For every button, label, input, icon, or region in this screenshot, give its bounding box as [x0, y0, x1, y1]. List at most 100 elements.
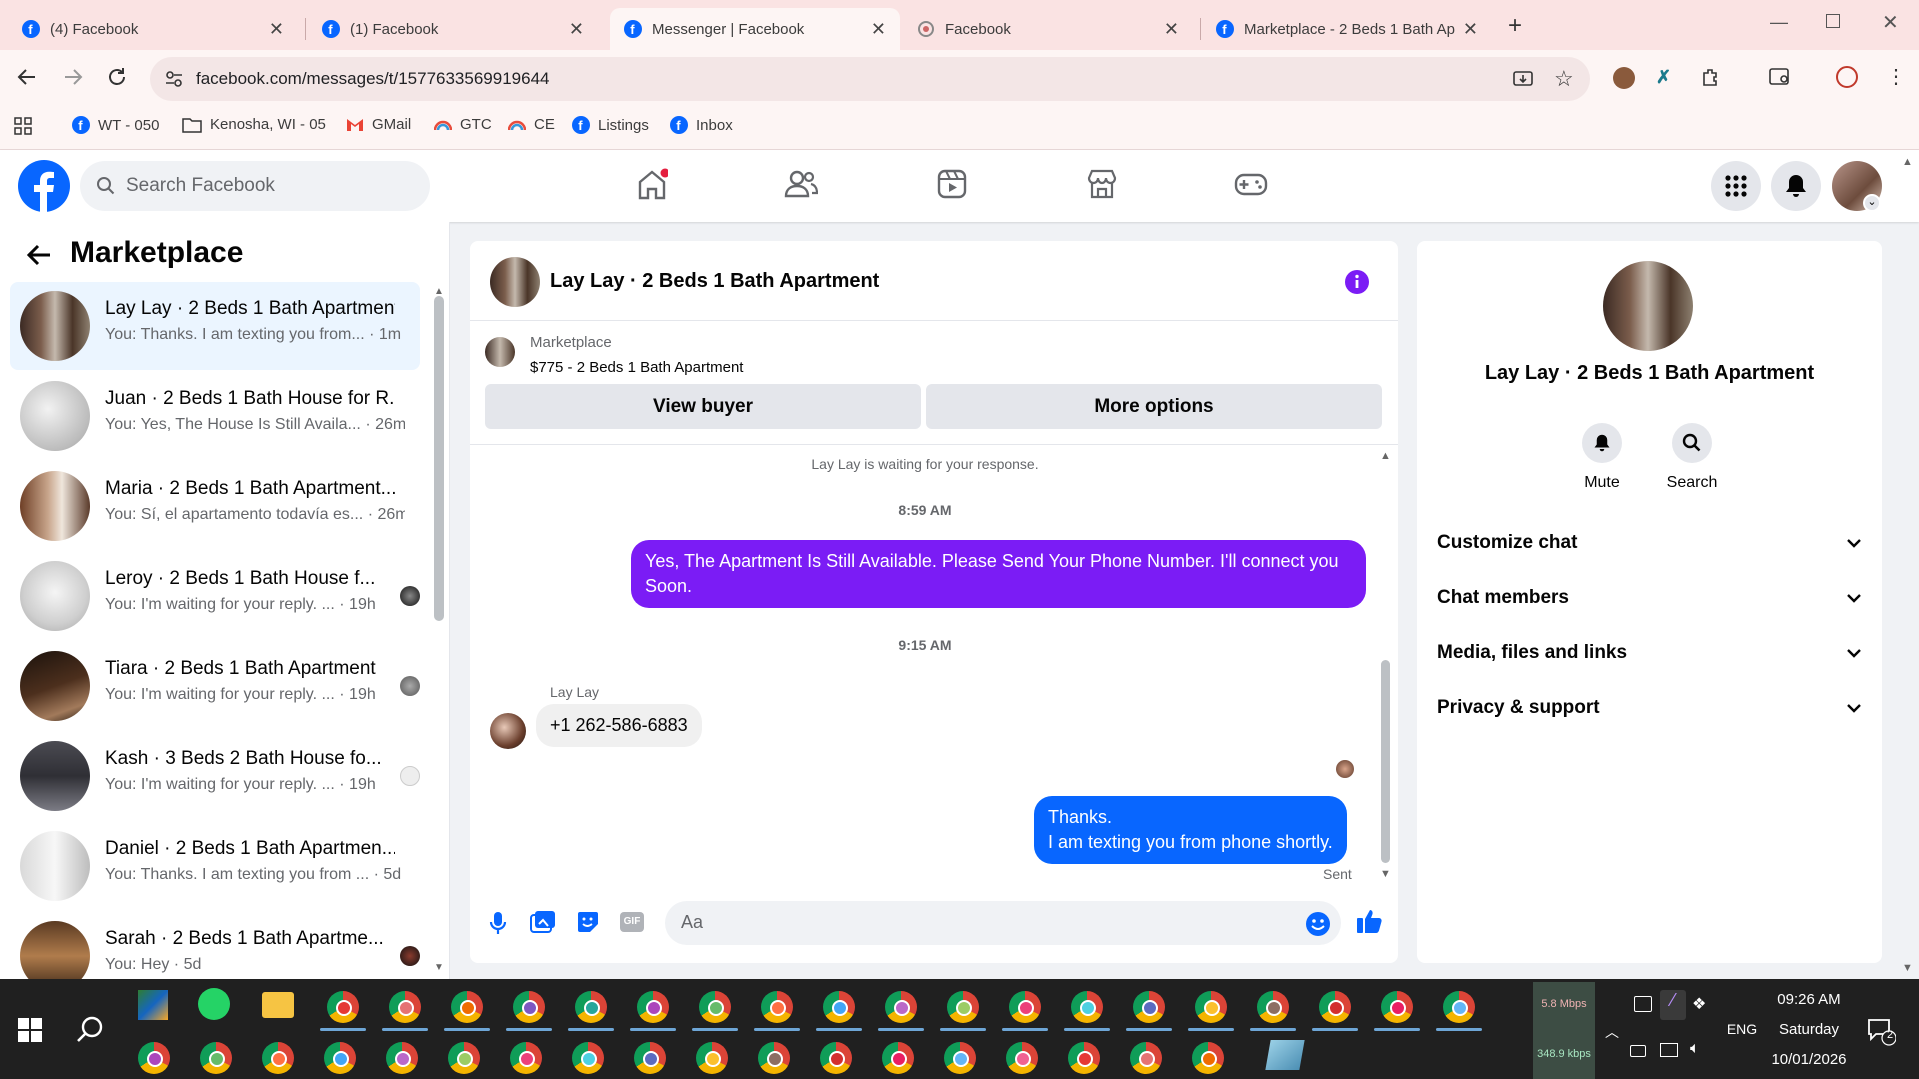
chrome-profile-icon[interactable] — [882, 1042, 914, 1074]
video-icon[interactable] — [936, 168, 968, 200]
conversation-item[interactable]: Leroy · 2 Beds 1 Bath House f... You: I'… — [10, 552, 420, 640]
extension-icon[interactable]: ✗ — [1656, 67, 1678, 89]
back-arrow-icon[interactable] — [26, 243, 52, 267]
friends-icon[interactable] — [784, 168, 818, 200]
close-icon[interactable]: ✕ — [269, 19, 284, 40]
tray-chevron-up-icon[interactable]: ︿ — [1605, 1022, 1619, 1042]
tab-marketplace[interactable]: f Marketplace - 2 Beds 1 Bath Ap ✕ — [1202, 8, 1492, 50]
chrome-profile-icon[interactable] — [386, 1042, 418, 1074]
chrome-profile-icon[interactable] — [513, 991, 545, 1023]
chrome-profile-icon[interactable] — [1319, 991, 1351, 1023]
chrome-profile-icon[interactable] — [1257, 991, 1289, 1023]
restore-icon[interactable] — [1826, 14, 1840, 28]
like-thumbs-up-icon[interactable] — [1355, 907, 1383, 935]
language-indicator[interactable]: ENG — [1722, 1021, 1762, 1037]
app-icon[interactable] — [138, 990, 168, 1020]
close-icon[interactable]: ✕ — [1164, 19, 1179, 40]
chrome-profile-icon[interactable] — [200, 1042, 232, 1074]
chrome-profile-icon[interactable] — [758, 1042, 790, 1074]
conversation-item[interactable]: Kash · 3 Beds 2 Bath House fo... You: I'… — [10, 732, 420, 820]
chrome-profile-icon[interactable] — [1192, 1042, 1224, 1074]
scroll-up-icon[interactable]: ▲ — [434, 286, 444, 297]
incoming-message[interactable]: +1 262-586-6883 — [536, 704, 702, 747]
volume-icon[interactable]: 🔈︎ — [1690, 1040, 1700, 1058]
chrome-profile-icon[interactable] — [947, 991, 979, 1023]
conversation-item[interactable]: Tiara · 2 Beds 1 Bath Apartment You: I'm… — [10, 642, 420, 730]
facebook-logo-icon[interactable] — [18, 160, 70, 212]
bookmark-star-icon[interactable]: ☆ — [1554, 66, 1574, 92]
chrome-profile-icon[interactable] — [634, 1042, 666, 1074]
chrome-profile-icon[interactable] — [262, 1042, 294, 1074]
view-buyer-button[interactable]: View buyer — [485, 384, 921, 429]
bookmark-gmail[interactable]: GMail — [346, 116, 411, 133]
panel-avatar[interactable] — [1603, 261, 1693, 351]
chrome-profile-icon[interactable] — [138, 1042, 170, 1074]
privacy-support-section[interactable]: Privacy & support — [1437, 686, 1862, 730]
scroll-down-icon[interactable]: ▼ — [434, 962, 444, 973]
outgoing-message[interactable]: Yes, The Apartment Is Still Available. P… — [631, 540, 1366, 608]
address-bar[interactable]: facebook.com/messages/t/1577633569919644… — [150, 57, 1590, 101]
chrome-profile-icon[interactable] — [324, 1042, 356, 1074]
page-scroll-down-icon[interactable]: ▼ — [1902, 962, 1913, 974]
close-icon[interactable]: ✕ — [569, 19, 584, 40]
chrome-profile-icon[interactable] — [1133, 991, 1165, 1023]
dropbox-icon[interactable]: ❖ — [1692, 994, 1706, 1014]
chevron-down-icon[interactable]: ⌄ — [1863, 194, 1881, 212]
chrome-profile-icon[interactable] — [389, 991, 421, 1023]
outgoing-message[interactable]: Thanks. I am texting you from phone shor… — [1034, 796, 1347, 864]
listing-detail[interactable]: $775 - 2 Beds 1 Bath Apartment — [530, 359, 743, 376]
chrome-profile-icon[interactable] — [451, 991, 483, 1023]
more-options-button[interactable]: More options — [926, 384, 1382, 429]
chrome-profile-icon[interactable] — [1071, 991, 1103, 1023]
scroll-up-icon[interactable]: ▲ — [1380, 450, 1391, 462]
search-facebook-input[interactable]: Search Facebook — [80, 161, 430, 211]
conversation-item[interactable]: Daniel · 2 Beds 1 Bath Apartmen... You: … — [10, 822, 420, 910]
chrome-profile-icon[interactable] — [820, 1042, 852, 1074]
side-panel-icon[interactable] — [1768, 66, 1792, 88]
windows-start-icon[interactable] — [18, 1018, 42, 1042]
conversation-item[interactable]: Lay Lay · 2 Beds 1 Bath Apartment You: T… — [10, 282, 420, 370]
chrome-profile-icon[interactable] — [510, 1042, 542, 1074]
chrome-profile-icon[interactable] — [761, 991, 793, 1023]
back-arrow-icon[interactable] — [16, 66, 38, 88]
tray-screen-icon[interactable] — [1634, 996, 1652, 1012]
chat-scrollbar[interactable] — [1381, 660, 1390, 863]
taskbar-search-icon[interactable] — [76, 1016, 104, 1044]
chrome-profile-icon[interactable] — [1443, 991, 1475, 1023]
search-label[interactable]: Search — [1652, 474, 1732, 492]
tab-messenger[interactable]: f Messenger | Facebook ✕ — [610, 8, 900, 50]
info-icon[interactable] — [1345, 270, 1369, 294]
bookmark-inbox[interactable]: f Inbox — [670, 116, 733, 134]
close-icon[interactable]: ✕ — [871, 19, 886, 40]
pen-icon[interactable]: ⁄ — [1660, 990, 1686, 1020]
file-explorer-icon[interactable] — [262, 992, 294, 1018]
customize-chat-section[interactable]: Customize chat — [1437, 521, 1862, 565]
chrome-profile-icon[interactable] — [1006, 1042, 1038, 1074]
bookmark-ce[interactable]: CE — [508, 116, 555, 133]
chrome-profile-icon[interactable] — [1130, 1042, 1162, 1074]
chrome-profile-icon[interactable] — [885, 991, 917, 1023]
chat-members-section[interactable]: Chat members — [1437, 576, 1862, 620]
chrome-profile-icon[interactable] — [1381, 991, 1413, 1023]
tab-facebook-1[interactable]: f (4) Facebook ✕ — [8, 8, 298, 50]
menu-kebab-icon[interactable]: ⋮ — [1886, 64, 1906, 89]
network-icon[interactable] — [1660, 1043, 1678, 1057]
url-text[interactable]: facebook.com/messages/t/1577633569919644 — [196, 69, 549, 89]
whatsapp-icon[interactable] — [198, 988, 230, 1020]
mute-label[interactable]: Mute — [1562, 474, 1642, 492]
notes-app-icon[interactable] — [1265, 1040, 1305, 1070]
conversation-item[interactable]: Maria · 2 Beds 1 Bath Apartment... You: … — [10, 462, 420, 550]
profile-icon[interactable] — [1836, 66, 1858, 88]
gif-icon[interactable]: GIF — [620, 912, 644, 932]
clock-time[interactable]: 09:26 AM — [1764, 991, 1854, 1008]
emoji-icon[interactable] — [1305, 911, 1331, 937]
chrome-profile-icon[interactable] — [327, 991, 359, 1023]
clock-date[interactable]: 10/01/2026 — [1764, 1051, 1854, 1068]
chrome-profile-icon[interactable] — [637, 991, 669, 1023]
reload-icon[interactable] — [106, 66, 128, 88]
chrome-profile-icon[interactable] — [696, 1042, 728, 1074]
site-info-icon[interactable] — [164, 69, 184, 89]
cookie-extension-icon[interactable] — [1613, 67, 1635, 89]
puzzle-extensions-icon[interactable] — [1700, 66, 1722, 88]
tab-facebook-3[interactable]: Facebook ✕ — [903, 8, 1193, 50]
